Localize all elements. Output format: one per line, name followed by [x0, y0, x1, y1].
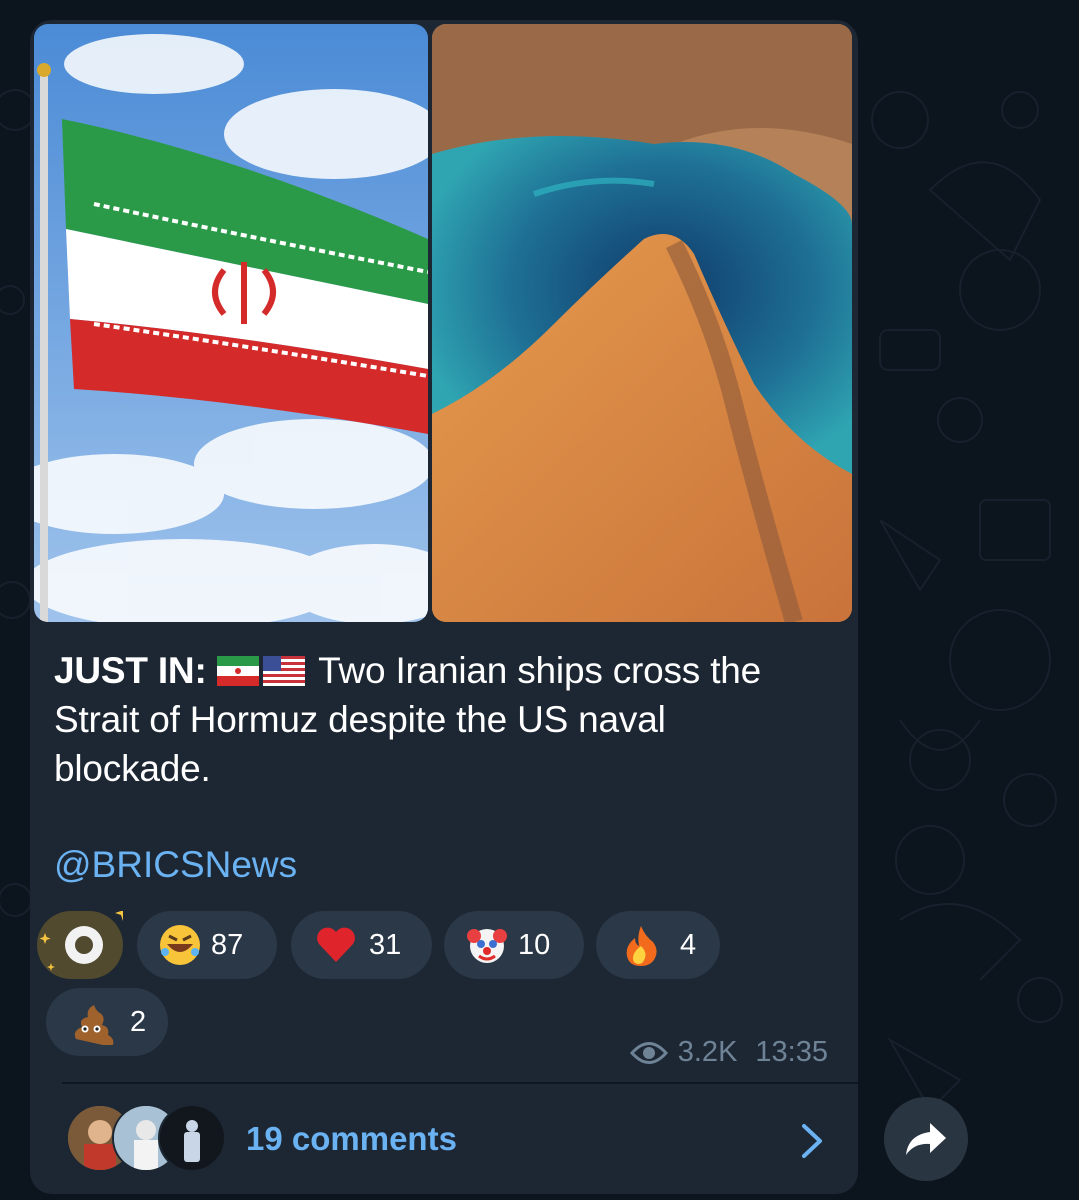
commenter-avatars — [66, 1104, 226, 1172]
reaction-clown[interactable]: 10 — [444, 911, 584, 979]
us-flag-icon — [262, 656, 305, 686]
media-album[interactable] — [34, 24, 854, 622]
reaction-clown-count: 10 — [518, 928, 551, 961]
avatar — [158, 1104, 226, 1172]
channel-handle-link[interactable]: @BRICSNews — [54, 840, 297, 889]
forward-share-button[interactable] — [884, 1097, 968, 1181]
views-count: 3.2K — [677, 1036, 738, 1068]
reaction-laugh[interactable]: 87 — [137, 911, 277, 979]
reaction-heart-count: 31 — [369, 928, 402, 961]
message-meta: 3.2K 13:35 — [629, 1036, 828, 1069]
forward-arrow-icon — [906, 1123, 946, 1155]
reaction-poo-count: 2 — [130, 1005, 147, 1038]
star-reaction-icon — [39, 905, 131, 971]
rolling-on-floor-laughing-icon — [160, 925, 200, 965]
iran-flag-icon — [216, 656, 259, 686]
strait-of-hormuz-satellite-photo[interactable] — [432, 24, 852, 622]
reaction-heart[interactable]: 31 — [291, 911, 432, 979]
message-time: 13:35 — [755, 1036, 828, 1068]
clown-face-icon — [467, 929, 507, 963]
message-bubble: JUST IN: Two Iranian ships cross the Str… — [30, 20, 858, 1194]
message-caption: JUST IN: Two Iranian ships cross the Str… — [54, 646, 814, 793]
iran-flag-photo[interactable] — [34, 24, 464, 622]
paid-reaction-button[interactable] — [37, 905, 131, 979]
comments-bar[interactable]: 19 comments — [30, 1086, 858, 1194]
reaction-fire[interactable]: 4 — [596, 911, 720, 979]
pile-of-poo-icon — [74, 1005, 114, 1045]
fire-icon — [626, 926, 657, 966]
reaction-poo[interactable]: 2 — [46, 988, 168, 1056]
comments-divider — [62, 1082, 858, 1084]
reaction-fire-count: 4 — [680, 928, 697, 961]
chevron-right-icon[interactable] — [800, 1122, 824, 1160]
caption-prefix: JUST IN: — [54, 650, 207, 691]
comments-count-label[interactable]: 19 comments — [246, 1120, 457, 1158]
views-eye-icon — [629, 1041, 668, 1064]
reaction-laugh-count: 87 — [211, 928, 244, 961]
red-heart-icon — [317, 927, 355, 962]
